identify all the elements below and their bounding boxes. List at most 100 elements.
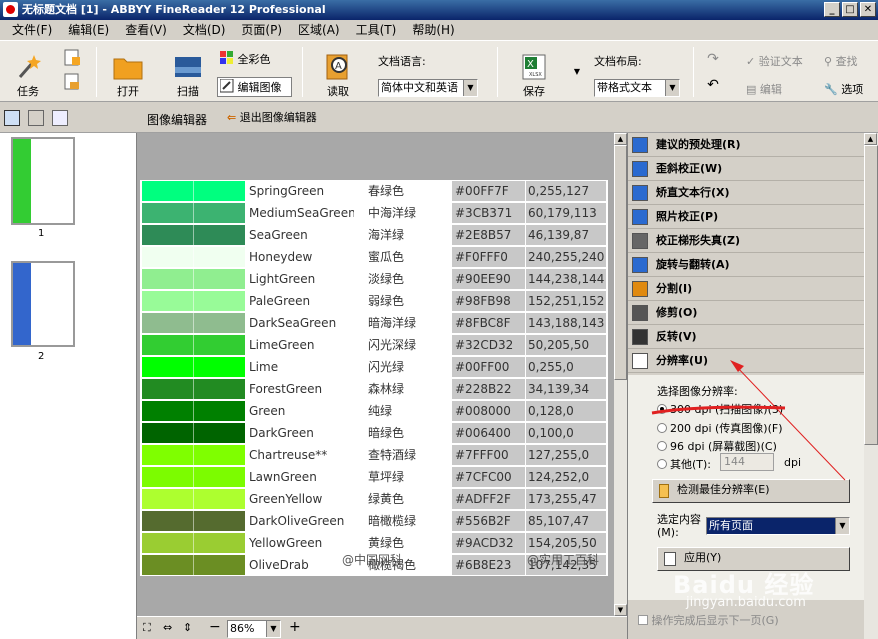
window-title: 无标题文档 [1] - ABBYY FineReader 12 Professi… — [22, 3, 326, 16]
undo-icon: ↶ — [707, 77, 719, 93]
color-row: DarkSeaGreen 暗海洋绿 #8FBC8F 143,188,143 — [140, 312, 608, 334]
fit-page-icon[interactable]: ⛶ — [143, 621, 151, 635]
tool-item-3[interactable]: 照片校正(P) — [628, 205, 865, 229]
radio-200dpi[interactable]: 200 dpi (传真图像)(F) — [657, 420, 783, 436]
menu-edit[interactable]: 编辑(E) — [60, 20, 117, 40]
panel-scrollbar[interactable]: ▲ — [864, 133, 878, 639]
thumbnail-toolbar — [0, 103, 137, 133]
save-button[interactable]: X XLSX 保存 — [514, 53, 554, 99]
color-row: Green 纯绿 #008000 0,128,0 — [140, 400, 608, 422]
fit-height-icon[interactable]: ⇕ — [183, 621, 192, 634]
scan-button[interactable]: 扫描 — [168, 53, 208, 99]
new-button[interactable] — [62, 49, 82, 70]
color-name: DarkGreen — [246, 422, 354, 444]
tool-item-label: 反转(V) — [656, 330, 697, 343]
edit-image-button[interactable]: 编辑图像 — [217, 77, 292, 97]
zoom-in-button[interactable]: + — [289, 619, 301, 635]
tool-item-0[interactable]: 建议的预处理(R) — [628, 133, 865, 157]
zoom-value: 86% — [230, 622, 255, 635]
tool-item-label: 校正梯形失真(Z) — [656, 234, 741, 247]
detect-label: 检测最佳分辨率(E) — [677, 483, 770, 496]
tool-item-7[interactable]: 修剪(O) — [628, 301, 865, 325]
open-button[interactable]: 打开 — [108, 53, 148, 99]
close-button[interactable]: ✕ — [860, 2, 876, 17]
verify-text-label: 验证文本 — [758, 55, 803, 68]
color-rgb: 46,139,87 — [526, 225, 606, 245]
read-button[interactable]: A 读取 — [318, 53, 358, 99]
doc-language-select[interactable]: 简体中文和英语 ▼ — [378, 79, 478, 97]
selected-content-select[interactable]: 所有页面 ▼ — [706, 517, 850, 535]
color-hex: #6B8E23 — [452, 555, 525, 575]
other-dpi-input[interactable]: 144 — [720, 453, 774, 471]
full-color-button[interactable]: 全彩色 — [220, 51, 282, 67]
menu-area[interactable]: 区域(A) — [290, 20, 348, 40]
edit-button[interactable]: ▤ 编辑 — [746, 81, 796, 97]
zoom-out-button[interactable]: − — [209, 619, 221, 635]
scroll-thumb[interactable] — [614, 145, 627, 380]
color-hex: #7CFC00 — [452, 467, 525, 487]
show-next-page-checkbox[interactable]: 操作完成后显示下一页(G) — [638, 612, 779, 628]
fit-width-icon[interactable]: ⇔ — [163, 621, 172, 634]
minimize-button[interactable]: _ — [824, 2, 840, 17]
details-view-icon[interactable] — [28, 110, 44, 126]
tool-item-label: 分割(I) — [656, 282, 693, 295]
find-button[interactable]: ⚲ 查找 — [824, 53, 874, 69]
menu-document[interactable]: 文档(D) — [175, 20, 234, 40]
canvas-scrollbar[interactable]: ▲ ▼ — [614, 133, 627, 616]
color-palette-icon — [220, 51, 233, 64]
menu-page[interactable]: 页面(P) — [233, 20, 290, 40]
undo-button[interactable]: ↶ — [704, 77, 722, 93]
options-button[interactable]: 🔧 选项 — [824, 81, 874, 97]
radio-other[interactable]: 其他(T): — [657, 456, 711, 472]
tool-item-2[interactable]: 矫直文本行(X) — [628, 181, 865, 205]
verify-text-button[interactable]: ✓ 验证文本 — [746, 53, 816, 69]
menu-view[interactable]: 查看(V) — [117, 20, 175, 40]
tool-item-1[interactable]: 歪斜校正(W) — [628, 157, 865, 181]
zoom-bar: ⛶ ⇔ ⇕ − 86% ▼ + — [137, 616, 627, 639]
scroll-up-icon[interactable]: ▲ — [864, 133, 877, 145]
page-thumbnail-2[interactable] — [11, 261, 75, 347]
tool-item-9[interactable]: 分辨率(U) — [628, 349, 865, 373]
tool-item-6[interactable]: 分割(I) — [628, 277, 865, 301]
app-icon — [3, 2, 18, 17]
menu-tools[interactable]: 工具(T) — [348, 20, 405, 40]
color-swatch — [142, 445, 245, 465]
menu-help[interactable]: 帮助(H) — [404, 20, 462, 40]
color-hex: #F0FFF0 — [452, 247, 525, 267]
task-button[interactable]: 任务 — [8, 53, 48, 99]
save-dropdown[interactable]: ▼ — [572, 67, 582, 76]
scroll-thumb[interactable] — [864, 145, 878, 445]
radio-96dpi[interactable]: 96 dpi (屏幕截图)(C) — [657, 438, 777, 454]
zoom-select[interactable]: 86% ▼ — [227, 620, 281, 638]
color-chinese-name: 弱绿色 — [354, 290, 452, 312]
doc-layout-select[interactable]: 带格式文本 ▼ — [594, 79, 680, 97]
thumbnails-view-icon[interactable] — [4, 110, 20, 126]
color-swatch — [142, 401, 245, 421]
radio-300dpi[interactable]: 300 dpi (扫描图像)(3) — [657, 401, 783, 417]
radio-dot — [657, 404, 667, 414]
color-rgb: 0,128,0 — [526, 401, 606, 421]
detect-best-resolution-button[interactable]: 检测最佳分辨率(E) — [652, 479, 850, 503]
new-doc-button[interactable] — [62, 73, 82, 94]
exit-image-editor-button[interactable]: ⇐ 退出图像编辑器 — [227, 109, 317, 125]
tool-item-5[interactable]: 旋转与翻转(A) — [628, 253, 865, 277]
tool-item-4[interactable]: 校正梯形失真(Z) — [628, 229, 865, 253]
scroll-down-icon[interactable]: ▼ — [614, 604, 627, 616]
color-chinese-name: 春绿色 — [354, 180, 452, 202]
scroll-up-icon[interactable]: ▲ — [614, 133, 627, 145]
color-row: SeaGreen 海洋绿 #2E8B57 46,139,87 — [140, 224, 608, 246]
exit-arrow-icon: ⇐ — [227, 111, 237, 124]
tool-item-8[interactable]: 反转(V) — [628, 325, 865, 349]
page-properties-icon[interactable] — [52, 110, 68, 126]
color-rgb: 85,107,47 — [526, 511, 606, 531]
maximize-button[interactable]: □ — [842, 2, 858, 17]
color-row: LawnGreen 草坪绿 #7CFC00 124,252,0 — [140, 466, 608, 488]
page-thumbnail-1[interactable] — [11, 137, 75, 225]
color-row: SpringGreen 春绿色 #00FF7F 0,255,127 — [140, 180, 608, 202]
menu-file[interactable]: 文件(F) — [4, 20, 60, 40]
image-canvas[interactable]: SpringGreen 春绿色 #00FF7F 0,255,127 MediumSeaG… — [137, 133, 614, 616]
color-rgb: 0,100,0 — [526, 423, 606, 443]
redo-button[interactable]: ↷ — [704, 51, 722, 67]
color-row: DarkGreen 暗绿色 #006400 0,100,0 — [140, 422, 608, 444]
color-chinese-name: 查特酒绿 — [354, 444, 452, 466]
